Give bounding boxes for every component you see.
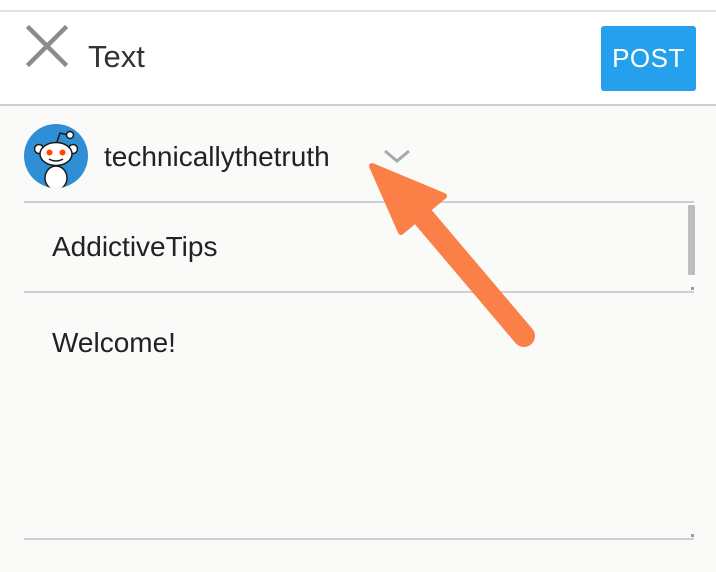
username[interactable]: technicallythetruth bbox=[104, 141, 330, 173]
scrollbar[interactable] bbox=[688, 205, 695, 275]
page-title: Text bbox=[88, 39, 145, 74]
chevron-down-icon[interactable] bbox=[382, 145, 412, 167]
divider bbox=[24, 538, 694, 540]
resize-mark bbox=[691, 534, 694, 537]
post-button[interactable]: POST bbox=[601, 26, 696, 91]
close-button[interactable] bbox=[22, 24, 72, 68]
resize-mark bbox=[691, 287, 694, 290]
body-text-input[interactable]: Welcome! bbox=[24, 293, 694, 538]
snoo-avatar-icon bbox=[33, 130, 79, 188]
text-post-screen: Text POST technicallythetruth AddictiveT… bbox=[0, 0, 716, 572]
title-input[interactable] bbox=[24, 203, 688, 291]
close-icon bbox=[25, 24, 69, 68]
avatar[interactable] bbox=[24, 124, 88, 188]
